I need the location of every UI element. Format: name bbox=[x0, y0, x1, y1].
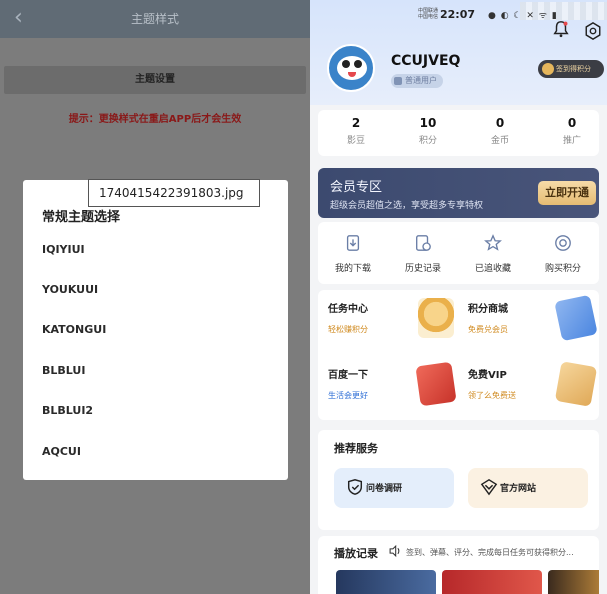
task-title: 积分商城 bbox=[468, 304, 508, 315]
gear-icon[interactable] bbox=[584, 22, 602, 40]
vip-title: 会员专区 bbox=[330, 180, 383, 195]
avatar[interactable] bbox=[327, 44, 375, 92]
stat-value: 2 bbox=[351, 116, 361, 130]
history-thumbnail[interactable] bbox=[336, 570, 436, 594]
task-subtitle: 轻松赚积分 bbox=[328, 325, 368, 334]
username: CCUJVEQ bbox=[391, 53, 461, 69]
stat-value: 10 bbox=[419, 116, 437, 130]
stat-item[interactable]: 10 积分 bbox=[398, 116, 458, 146]
sign-in-button[interactable]: 签到得积分 bbox=[538, 60, 604, 78]
task-subtitle: 生活会更好 bbox=[328, 391, 368, 400]
stat-item[interactable]: 2 影豆 bbox=[326, 116, 386, 146]
play-history: 播放记录 签到、弹幕、评分、完成每日任务可获得积分... bbox=[318, 536, 599, 594]
quick-label: 历史记录 bbox=[404, 264, 441, 274]
stat-label: 积分 bbox=[418, 136, 437, 146]
avatar-eye bbox=[342, 60, 350, 68]
history-thumbnail[interactable] bbox=[442, 570, 542, 594]
badge-shield-icon bbox=[394, 77, 402, 85]
quick-item-favorites[interactable]: 已追收藏 bbox=[458, 234, 528, 274]
history-thumbnail[interactable] bbox=[548, 570, 599, 594]
vip-gift-icon bbox=[554, 361, 598, 407]
speaker-icon bbox=[389, 544, 400, 558]
vip-subtitle: 超级会员超值之选，享受超多专享特权 bbox=[330, 201, 484, 211]
star-icon bbox=[484, 234, 502, 251]
theme-option-aqcui[interactable]: AQCUI bbox=[42, 442, 262, 462]
stat-value: 0 bbox=[495, 116, 505, 130]
task-title: 百度一下 bbox=[328, 370, 368, 381]
avatar-eye bbox=[354, 60, 362, 68]
points-icon bbox=[555, 235, 571, 251]
stat-item[interactable]: 0 推广 bbox=[542, 116, 602, 146]
task-card-task-center[interactable]: 任务中心 轻松赚积分 bbox=[318, 290, 458, 350]
status-time: 22:07 bbox=[440, 8, 476, 21]
service-label: 问卷调研 bbox=[366, 484, 403, 494]
profile-screen: 中国联通 中国电信 22:07 ● ◐ ☾ ✕ ᯤ ▮ CCUJVEQ 普通用户… bbox=[310, 0, 607, 594]
history-title: 播放记录 bbox=[334, 547, 378, 560]
service-website[interactable]: 官方网站 bbox=[468, 468, 588, 508]
search-card-icon bbox=[415, 361, 457, 407]
service-survey[interactable]: 问卷调研 bbox=[334, 468, 454, 508]
restart-hint: 提示：更换样式在重启APP后才会生效 bbox=[68, 114, 242, 125]
task-card-points-mall[interactable]: 积分商城 免费兑会员 bbox=[458, 290, 598, 350]
coin-icon bbox=[542, 63, 554, 75]
download-icon bbox=[346, 235, 360, 251]
survey-icon bbox=[347, 479, 363, 495]
history-icon bbox=[416, 235, 431, 251]
website-icon bbox=[480, 478, 498, 496]
task-subtitle: 免费兑会员 bbox=[468, 325, 508, 334]
filename-tooltip: 1740415422391803.jpg bbox=[88, 179, 260, 207]
bell-icon[interactable] bbox=[552, 20, 570, 38]
page-title: 主题样式 bbox=[130, 12, 179, 26]
quick-label: 已追收藏 bbox=[474, 264, 511, 274]
mall-icon bbox=[554, 294, 598, 342]
task-card-free-vip[interactable]: 免费VIP 领了么免费送 bbox=[458, 356, 598, 416]
task-title: 任务中心 bbox=[328, 304, 368, 315]
user-level-label: 普通用户 bbox=[405, 76, 437, 85]
recommended-services: 推荐服务 问卷调研 官方网站 bbox=[318, 430, 599, 530]
stat-item[interactable]: 0 金币 bbox=[470, 116, 530, 146]
quick-label: 我的下载 bbox=[334, 264, 371, 274]
quick-actions: 我的下载 历史记录 已追收藏 购买积分 bbox=[318, 222, 599, 284]
stat-label: 金币 bbox=[490, 136, 509, 146]
stat-label: 推广 bbox=[562, 136, 581, 146]
task-title: 免费VIP bbox=[468, 370, 507, 381]
theme-select-dialog: 常规主题选择 IQIYIUI YOUKUUI KATONGUI BLBLUI B… bbox=[23, 180, 288, 480]
carrier-text: 中国联通 中国电信 bbox=[418, 8, 439, 20]
theme-option-iqiyiui[interactable]: IQIYIUI bbox=[42, 240, 262, 260]
sign-in-label: 签到得积分 bbox=[556, 65, 591, 73]
vip-banner[interactable]: 会员专区 超级会员超值之选，享受超多专享特权 立即开通 bbox=[318, 168, 599, 218]
theme-option-katongui[interactable]: KATONGUI bbox=[42, 320, 262, 340]
status-bar: 中国联通 中国电信 22:07 ● ◐ ☾ ✕ ᯤ ▮ bbox=[418, 8, 603, 22]
theme-option-blblui[interactable]: BLBLUI bbox=[42, 361, 262, 381]
services-title: 推荐服务 bbox=[334, 442, 378, 455]
status-icons: ● ◐ ☾ ✕ ᯤ ▮ bbox=[488, 11, 558, 21]
theme-option-youkuui[interactable]: YOUKUUI bbox=[42, 280, 262, 300]
quick-item-download[interactable]: 我的下载 bbox=[318, 234, 388, 274]
dialog-title: 常规主题选择 bbox=[42, 210, 121, 225]
service-label: 官方网站 bbox=[500, 484, 537, 494]
task-subtitle: 领了么免费送 bbox=[468, 391, 516, 400]
task-grid: 任务中心 轻松赚积分 积分商城 免费兑会员 百度一下 生活会更好 免费VIP 领… bbox=[318, 290, 599, 420]
history-tip: 签到、弹幕、评分、完成每日任务可获得积分... bbox=[406, 548, 574, 557]
theme-settings-bar[interactable]: 主题设置 bbox=[4, 66, 306, 94]
theme-settings-screen: ‹ 主题样式 主题设置 提示：更换样式在重启APP后才会生效 常规主题选择 IQ… bbox=[0, 0, 310, 594]
stat-value: 0 bbox=[567, 116, 577, 130]
task-card-baidu[interactable]: 百度一下 生活会更好 bbox=[318, 356, 458, 416]
quick-item-history[interactable]: 历史记录 bbox=[388, 234, 458, 274]
vip-open-button[interactable]: 立即开通 bbox=[538, 181, 596, 205]
top-nav-bar: ‹ 主题样式 bbox=[0, 0, 310, 38]
user-level-badge: 普通用户 bbox=[391, 74, 443, 88]
coin-stack-icon bbox=[418, 298, 454, 338]
theme-option-blblui2[interactable]: BLBLUI2 bbox=[42, 401, 262, 421]
quick-item-buy-points[interactable]: 购买积分 bbox=[528, 234, 598, 274]
quick-label: 购买积分 bbox=[544, 264, 581, 274]
stat-label: 影豆 bbox=[346, 136, 365, 146]
user-stats-card: 2 影豆 10 积分 0 金币 0 推广 bbox=[318, 110, 599, 156]
